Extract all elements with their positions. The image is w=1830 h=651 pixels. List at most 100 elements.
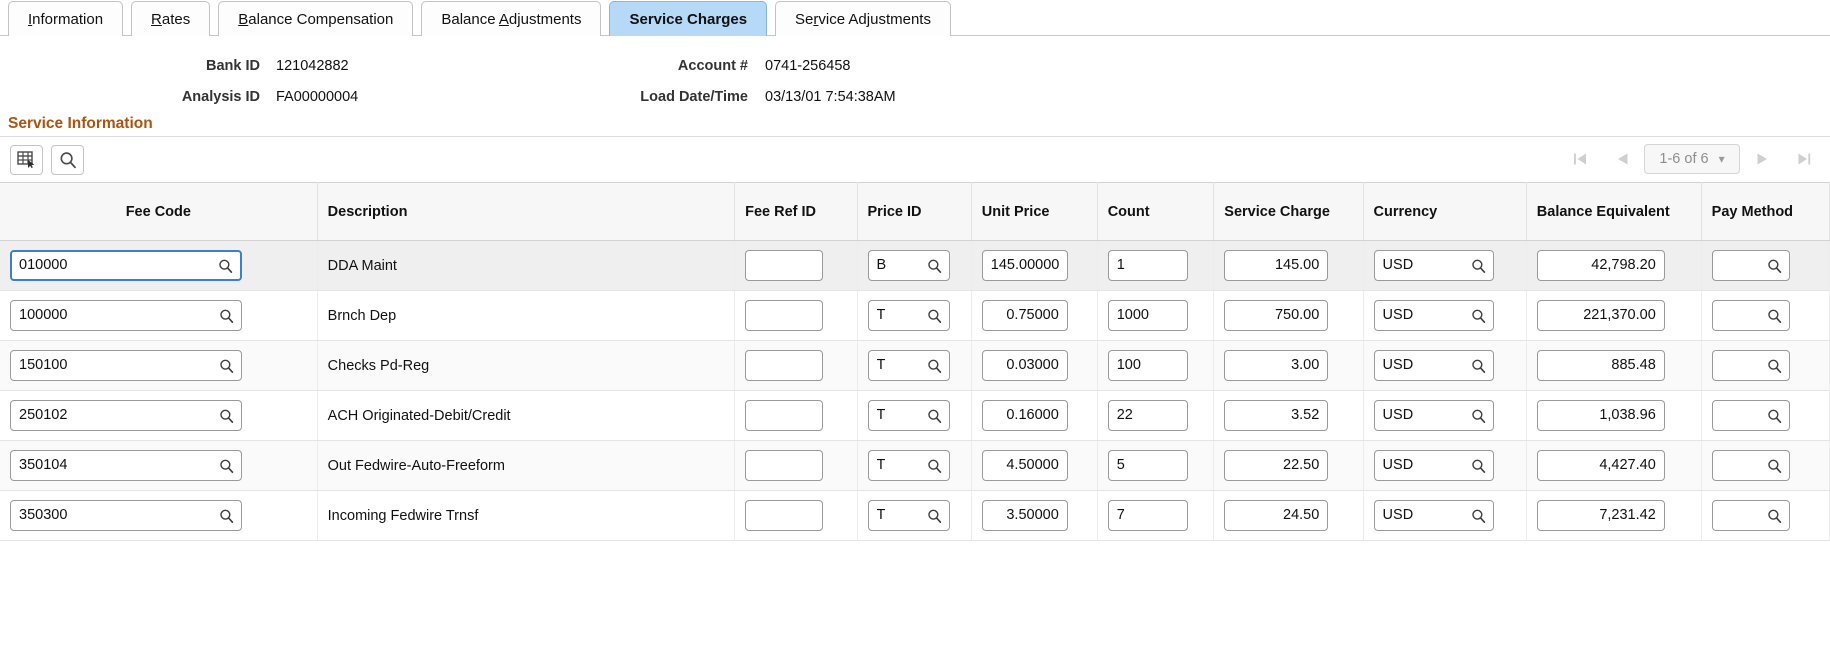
count-input[interactable]: 5: [1107, 450, 1188, 481]
service-charge-input[interactable]: 145.00: [1224, 250, 1329, 281]
cell-fee-ref-id: [734, 240, 858, 291]
lookup-search-icon[interactable]: [927, 358, 942, 373]
currency-input[interactable]: USD: [1373, 250, 1494, 281]
balance-equivalent-input[interactable]: 4,427.40: [1536, 450, 1665, 481]
tab-service-charges[interactable]: Service Charges: [609, 1, 768, 36]
fee-ref-id-input[interactable]: [745, 250, 824, 281]
tab-information[interactable]: Information: [8, 1, 124, 36]
fee-ref-id-input[interactable]: [745, 350, 824, 381]
unit-price-input[interactable]: 0.16000: [981, 400, 1068, 431]
lookup-search-icon[interactable]: [1767, 408, 1782, 423]
lookup-search-icon[interactable]: [1767, 258, 1782, 273]
lookup-search-icon[interactable]: [1471, 458, 1486, 473]
service-charge-input[interactable]: 3.00: [1224, 350, 1329, 381]
description-text: ACH Originated-Debit/Credit: [327, 407, 511, 424]
balance-equivalent-input[interactable]: 7,231.42: [1536, 500, 1665, 531]
lookup-search-icon[interactable]: [1471, 258, 1486, 273]
unit-price-input[interactable]: 0.75000: [981, 300, 1068, 331]
lookup-search-icon[interactable]: [1471, 408, 1486, 423]
price-id-input[interactable]: T: [867, 300, 950, 331]
currency-input[interactable]: USD: [1373, 400, 1494, 431]
fee-code-input[interactable]: 350104: [10, 450, 242, 481]
lookup-search-icon[interactable]: [219, 458, 234, 473]
balance-equivalent-input[interactable]: 221,370.00: [1536, 300, 1665, 331]
lookup-search-icon[interactable]: [219, 358, 234, 373]
price-id-input[interactable]: T: [867, 500, 950, 531]
next-page-icon[interactable]: [1742, 143, 1782, 175]
fee-code-input[interactable]: 250102: [10, 400, 242, 431]
page-range-selector[interactable]: 1-6 of 6 ▾: [1644, 144, 1740, 174]
cell-service-charge: 22.50: [1213, 440, 1364, 491]
previous-page-icon[interactable]: [1602, 143, 1642, 175]
pay-method-input[interactable]: [1711, 450, 1790, 481]
fee-ref-id-input[interactable]: [745, 500, 824, 531]
fee-ref-id-input[interactable]: [745, 400, 824, 431]
service-charge-input[interactable]: 3.52: [1224, 400, 1329, 431]
lookup-search-icon[interactable]: [927, 458, 942, 473]
first-page-icon[interactable]: [1560, 143, 1600, 175]
tab-service-adjustments[interactable]: Service Adjustments: [775, 1, 951, 36]
service-charge-input[interactable]: 24.50: [1224, 500, 1329, 531]
currency-input[interactable]: USD: [1373, 350, 1494, 381]
lookup-search-icon[interactable]: [1767, 458, 1782, 473]
currency-input[interactable]: USD: [1373, 450, 1494, 481]
price-id-input[interactable]: T: [867, 450, 950, 481]
service-charge-value: 22.50: [1283, 458, 1320, 473]
grid-personalize-icon[interactable]: [10, 144, 43, 175]
count-input[interactable]: 100: [1107, 350, 1188, 381]
fee-ref-id-input[interactable]: [745, 300, 824, 331]
balance-equivalent-input[interactable]: 1,038.96: [1536, 400, 1665, 431]
cell-balance-equivalent: 885.48: [1526, 340, 1702, 391]
tab-balance-adjustments[interactable]: Balance Adjustments: [421, 1, 602, 36]
fee-code-input[interactable]: 010000: [10, 250, 242, 281]
pay-method-input[interactable]: [1711, 400, 1790, 431]
service-charge-input[interactable]: 22.50: [1224, 450, 1329, 481]
unit-price-input[interactable]: 4.50000: [981, 450, 1068, 481]
count-input[interactable]: 1000: [1107, 300, 1188, 331]
lookup-search-icon[interactable]: [1767, 508, 1782, 523]
fee-code-input[interactable]: 350300: [10, 500, 242, 531]
lookup-search-icon[interactable]: [219, 508, 234, 523]
lookup-search-icon[interactable]: [927, 308, 942, 323]
service-charge-input[interactable]: 750.00: [1224, 300, 1329, 331]
column-header-label: Fee Code: [125, 203, 191, 220]
count-input[interactable]: 7: [1107, 500, 1188, 531]
lookup-search-icon[interactable]: [1767, 358, 1782, 373]
price-id-input[interactable]: T: [867, 400, 950, 431]
balance-equivalent-input[interactable]: 885.48: [1536, 350, 1665, 381]
currency-input[interactable]: USD: [1373, 300, 1494, 331]
balance-equivalent-input[interactable]: 42,798.20: [1536, 250, 1665, 281]
pay-method-input[interactable]: [1711, 300, 1790, 331]
column-header-label: Unit Price: [981, 203, 1050, 220]
lookup-search-icon[interactable]: [1471, 358, 1486, 373]
pay-method-input[interactable]: [1711, 500, 1790, 531]
unit-price-input[interactable]: 145.00000: [981, 250, 1068, 281]
lookup-search-icon[interactable]: [219, 308, 234, 323]
price-id-input[interactable]: B: [867, 250, 950, 281]
tab-balance-compensation[interactable]: Balance Compensation: [218, 1, 414, 36]
unit-price-input[interactable]: 3.50000: [981, 500, 1068, 531]
lookup-search-icon[interactable]: [1471, 508, 1486, 523]
lookup-search-icon[interactable]: [1471, 308, 1486, 323]
count-input[interactable]: 1: [1107, 250, 1188, 281]
lookup-search-icon[interactable]: [219, 408, 234, 423]
fee-code-input[interactable]: 150100: [10, 350, 242, 381]
currency-input[interactable]: USD: [1373, 500, 1494, 531]
lookup-search-icon[interactable]: [218, 258, 233, 273]
tab-rates[interactable]: Rates: [131, 1, 211, 36]
lookup-search-icon[interactable]: [927, 258, 942, 273]
last-page-icon[interactable]: [1784, 143, 1824, 175]
search-icon[interactable]: [51, 144, 84, 175]
column-header-pay-method: Pay Method: [1701, 182, 1830, 241]
pay-method-input[interactable]: [1711, 250, 1790, 281]
unit-price-input[interactable]: 0.03000: [981, 350, 1068, 381]
fee-ref-id-input[interactable]: [745, 450, 824, 481]
lookup-search-icon[interactable]: [1767, 308, 1782, 323]
pay-method-input[interactable]: [1711, 350, 1790, 381]
fee-code-input[interactable]: 100000: [10, 300, 242, 331]
price-id-input[interactable]: T: [867, 350, 950, 381]
lookup-search-icon[interactable]: [927, 408, 942, 423]
count-input[interactable]: 22: [1107, 400, 1188, 431]
lookup-search-icon[interactable]: [927, 508, 942, 523]
cell-fee-code: 250102: [0, 390, 318, 441]
